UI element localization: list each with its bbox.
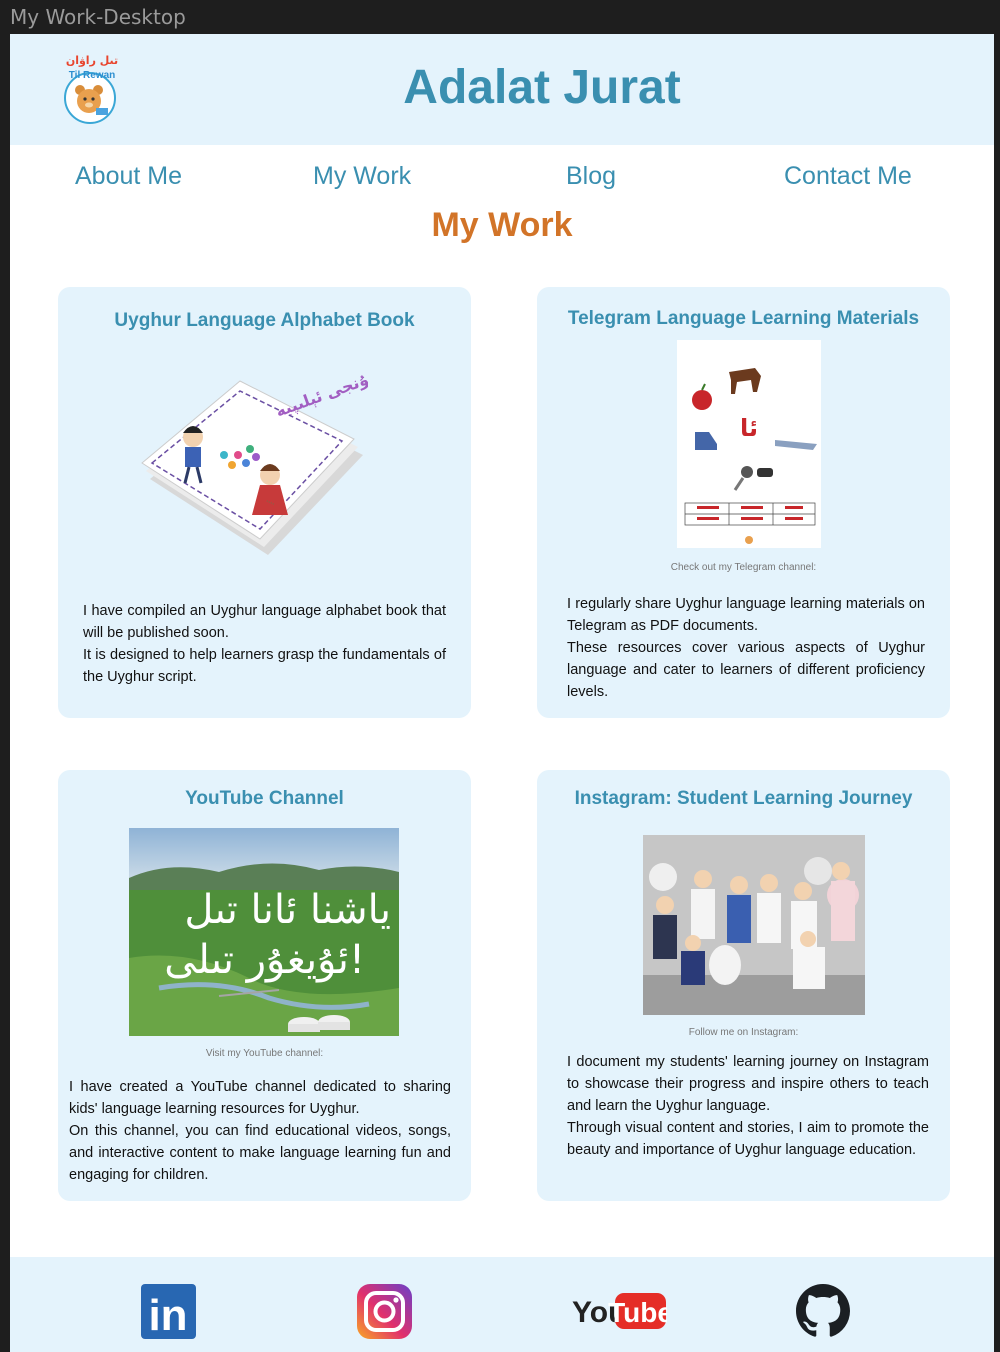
- card-paragraph: Through visual content and stories, I ai…: [567, 1120, 929, 1158]
- page-heading: My Work: [431, 206, 573, 244]
- telegram-caption[interactable]: Check out my Telegram channel:: [537, 562, 950, 573]
- linkedin-text: in: [148, 1291, 187, 1339]
- telegram-letter: ئا: [740, 414, 758, 442]
- nav-item-contact-me[interactable]: Contact Me: [784, 162, 912, 191]
- card-paragraph: These resources cover various aspects of…: [567, 640, 925, 700]
- card-paragraph: On this channel, you can find educationa…: [69, 1123, 451, 1183]
- card-text: I have compiled an Uyghur language alpha…: [83, 600, 446, 688]
- card-title: Telegram Language Learning Materials: [567, 308, 920, 329]
- card-youtube: YouTube Channel ياشنا ئانا تىل ئۇيغۇر تى…: [58, 770, 471, 1201]
- nav-item-blog[interactable]: Blog: [566, 162, 616, 191]
- card-instagram: Instagram: Student Learning Journey Foll…: [537, 770, 950, 1201]
- site-header: تىل راۋان Til Rewan Adalat Jurat: [10, 34, 994, 145]
- instagram-caption[interactable]: Follow me on Instagram:: [537, 1027, 950, 1038]
- page-frame: تىل راۋان Til Rewan Adalat Jurat About M…: [10, 34, 994, 1352]
- youtube-banner-image[interactable]: ياشنا ئانا تىل ئۇيغۇر تىلى!: [129, 828, 399, 1036]
- site-title: Adalat Jurat: [403, 61, 681, 114]
- youtube-logo-tube: Tube: [608, 1297, 667, 1328]
- card-title: Uyghur Language Alphabet Book: [114, 310, 415, 331]
- telegram-worksheet-image[interactable]: ئا: [677, 340, 821, 548]
- card-paragraph: I have created a YouTube channel dedicat…: [69, 1079, 451, 1117]
- youtube-caption[interactable]: Visit my YouTube channel:: [58, 1048, 471, 1059]
- card-text: I have created a YouTube channel dedicat…: [69, 1076, 451, 1186]
- card-paragraph: It is designed to help learners grasp th…: [83, 647, 446, 685]
- card-paragraph: I regularly share Uyghur language learni…: [567, 596, 925, 634]
- alphabet-book-cover-title: تۇنجى ئېلىپبە: [273, 375, 368, 422]
- card-paragraph: I document my students' learning journey…: [567, 1054, 929, 1114]
- window-title: My Work-Desktop: [0, 0, 1000, 34]
- youtube-banner-line2: ئۇيغۇر تىلى!: [164, 937, 365, 983]
- nav-item-about-me[interactable]: About Me: [75, 162, 182, 191]
- site-footer: in You Tube: [10, 1257, 994, 1352]
- instagram-students-photo[interactable]: [643, 835, 865, 1015]
- github-icon[interactable]: [796, 1284, 850, 1343]
- card-title: Instagram: Student Learning Journey: [574, 788, 913, 809]
- main-nav: About Me My Work Blog Contact Me: [10, 162, 994, 196]
- card-text: I regularly share Uyghur language learni…: [567, 593, 925, 703]
- card-text: I document my students' learning journey…: [567, 1051, 929, 1161]
- card-telegram: Telegram Language Learning Materials ئا: [537, 287, 950, 718]
- instagram-icon[interactable]: [357, 1284, 412, 1344]
- linkedin-icon[interactable]: in: [141, 1284, 196, 1344]
- alphabet-book-image: تۇنجى ئېلىپبە ....: [138, 367, 377, 565]
- card-title: YouTube Channel: [185, 788, 344, 809]
- youtube-icon[interactable]: You Tube: [572, 1290, 673, 1337]
- nav-item-my-work[interactable]: My Work: [313, 162, 411, 191]
- card-alphabet-book: Uyghur Language Alphabet Book تۇنجى ئېلى…: [58, 287, 471, 718]
- card-paragraph: I have compiled an Uyghur language alpha…: [83, 603, 446, 641]
- youtube-banner-line1: ياشنا ئانا تىل: [184, 887, 391, 933]
